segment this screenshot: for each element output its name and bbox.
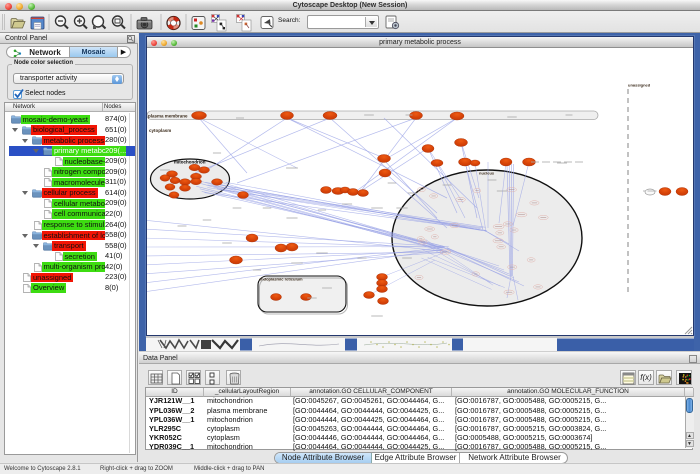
svg-text:mitochondrion: mitochondrion xyxy=(174,160,206,165)
svg-text:cytoplasm: cytoplasm xyxy=(149,128,171,133)
svg-text:unassigned: unassigned xyxy=(628,83,651,88)
svg-text:endoplasmic reticulum: endoplasmic reticulum xyxy=(259,277,303,282)
svg-text:plasma membrane: plasma membrane xyxy=(148,114,188,119)
svg-text:nucleus: nucleus xyxy=(479,171,495,176)
